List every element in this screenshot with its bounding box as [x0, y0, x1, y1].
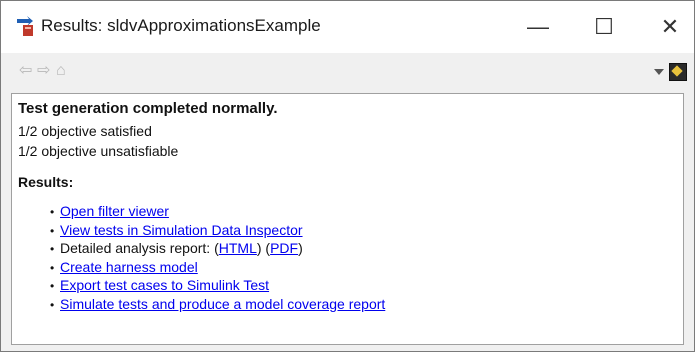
create-harness-link[interactable]: Create harness model	[60, 259, 198, 275]
objective-unsatisfiable-text: 1/2 objective unsatisfiable	[18, 143, 179, 159]
status-heading: Test generation completed normally.	[18, 100, 278, 117]
list-item: • View tests in Simulation Data Inspector	[50, 221, 385, 240]
bullet: •	[50, 205, 55, 219]
bullet: •	[50, 223, 55, 238]
list-item: • Create harness model	[50, 258, 385, 277]
report-prefix-text: Detailed analysis report: (	[60, 240, 219, 256]
title-bar[interactable]: Results: sldvApproximationsExample — ☐ ✕	[1, 1, 694, 53]
results-window: Results: sldvApproximationsExample — ☐ ✕…	[0, 0, 695, 352]
app-icon	[15, 15, 39, 39]
bullet: •	[50, 279, 55, 293]
close-button[interactable]: ✕	[647, 7, 693, 47]
dock-panel-icon[interactable]	[669, 63, 687, 81]
report-mid-text: ) (	[256, 240, 271, 256]
chevron-down-icon[interactable]	[654, 69, 664, 75]
bullet: •	[50, 260, 55, 275]
list-item: • Open filter viewer	[50, 202, 385, 221]
objective-satisfied-text: 1/2 objective satisfied	[18, 123, 152, 139]
export-test-cases-link[interactable]: Export test cases to Simulink Test	[60, 277, 269, 293]
results-list: • Open filter viewer • View tests in Simul…	[50, 202, 385, 313]
home-icon[interactable]: ⌂	[56, 63, 66, 79]
back-arrow-icon[interactable]: ⇦	[19, 63, 32, 79]
bullet: •	[50, 297, 55, 312]
forward-arrow-icon[interactable]: ⇨	[37, 63, 50, 79]
window-title: Results: sldvApproximationsExample	[41, 16, 321, 35]
minimize-button[interactable]: —	[515, 7, 561, 47]
simulate-coverage-link[interactable]: Simulate tests and produce a model cover…	[60, 296, 385, 312]
list-item: • Export test cases to Simulink Test	[50, 276, 385, 295]
view-tests-sdi-link[interactable]: View tests in Simulation Data Inspector	[60, 222, 303, 238]
report-suffix-text: )	[298, 240, 303, 256]
results-label: Results:	[18, 174, 74, 190]
report-html-link[interactable]: HTML	[219, 240, 257, 256]
open-filter-viewer-link[interactable]: Open filter viewer	[60, 203, 169, 219]
bullet: •	[50, 242, 55, 256]
maximize-button[interactable]: ☐	[581, 7, 627, 47]
list-item: • Detailed analysis report: (HTML) (PDF)	[50, 239, 385, 258]
list-item: • Simulate tests and produce a model cove…	[50, 295, 385, 314]
report-pdf-link[interactable]: PDF	[270, 240, 298, 256]
results-panel: Test generation completed normally. 1/2 …	[11, 93, 684, 345]
toolbar: ⇦ ⇨ ⌂	[1, 53, 694, 89]
